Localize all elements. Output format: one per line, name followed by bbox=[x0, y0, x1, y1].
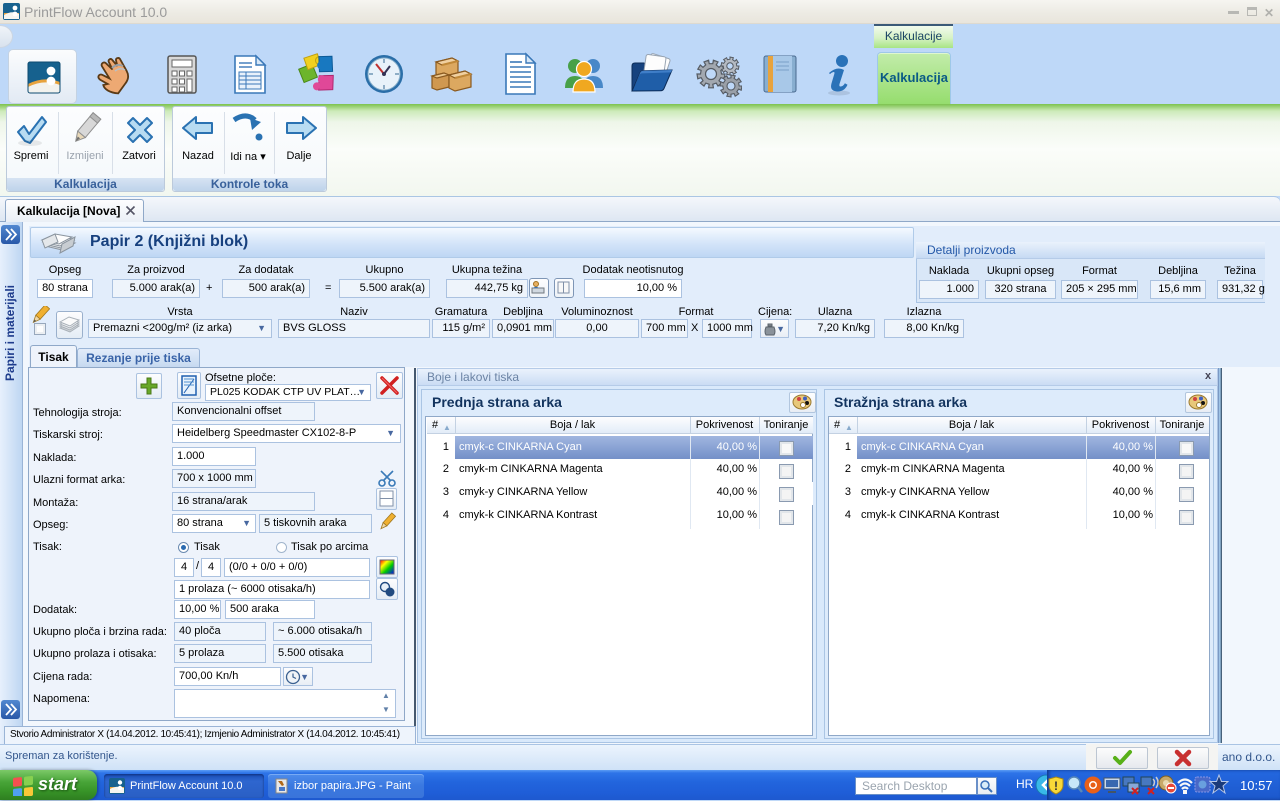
svg-text:!: ! bbox=[1054, 779, 1058, 793]
